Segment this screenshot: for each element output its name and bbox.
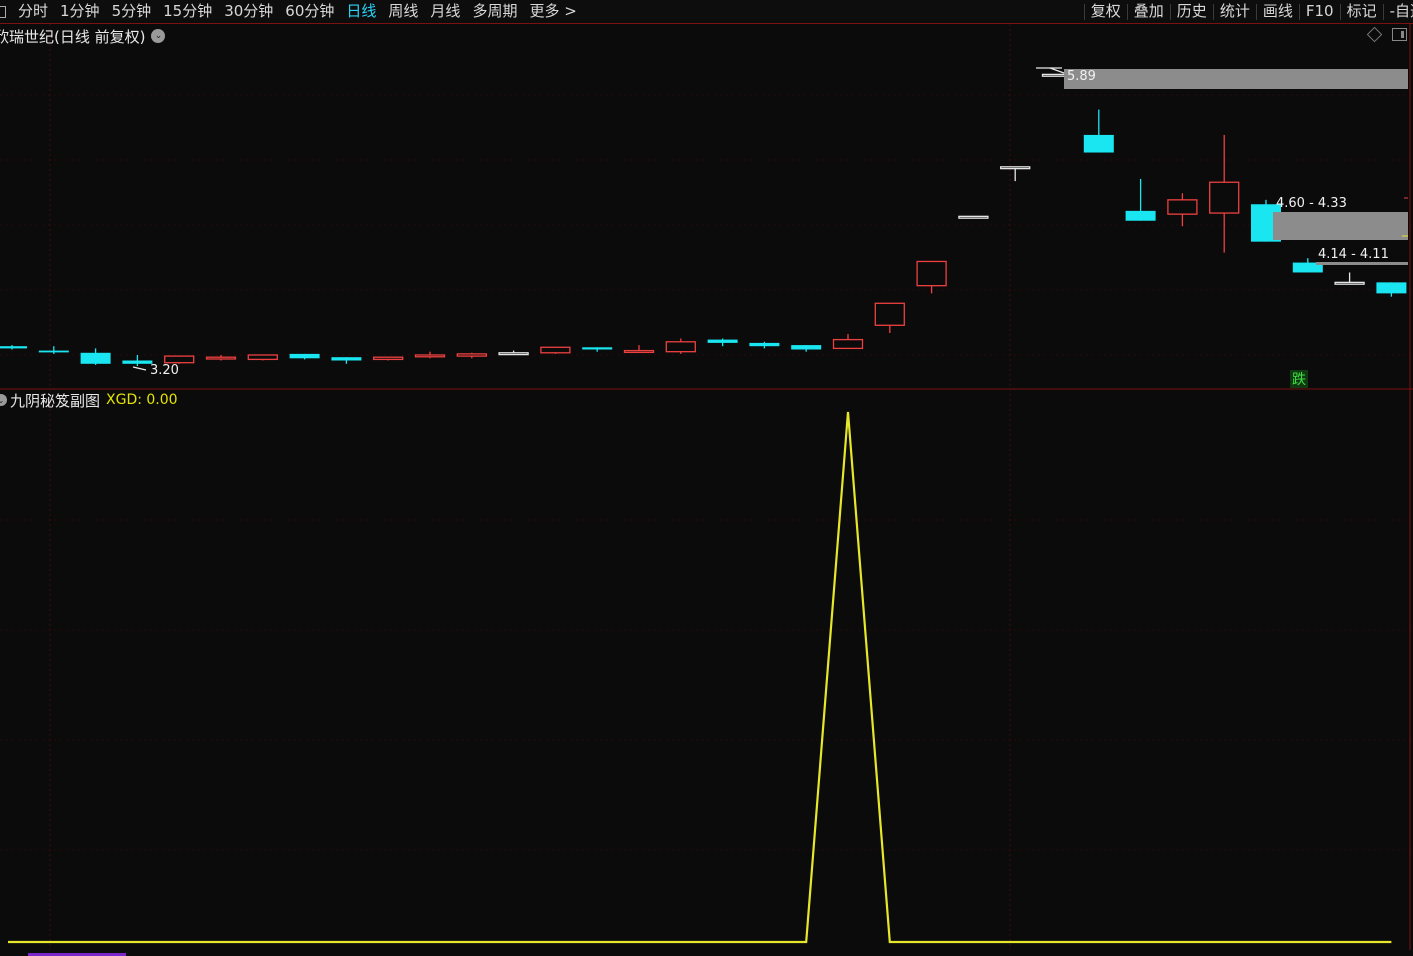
indicator-title: 九阴秘笈副图 [10, 391, 101, 410]
candle [707, 338, 738, 347]
candle [791, 345, 822, 352]
candle [122, 354, 153, 366]
signal-badge: 跌 [1292, 372, 1306, 388]
main-chart-header: 欣瑞世纪(日线 前复权) ⌄ [0, 24, 166, 48]
kline-chart[interactable]: 5.89 3.20 4.60 - 4.33 4.14 - 4.11 跌 [0, 0, 1413, 956]
candle-body [1209, 181, 1240, 214]
candle-body [1000, 166, 1031, 170]
indicator-series [8, 411, 1392, 944]
low-pointer [132, 366, 147, 371]
indicator-value: XGD: 0.00 [106, 392, 178, 408]
candle [623, 345, 655, 354]
candle [832, 334, 864, 350]
candle-body [582, 347, 613, 350]
panel-toggle-icon[interactable] [1392, 28, 1407, 41]
candle-body [874, 302, 905, 326]
high-zone [1064, 69, 1408, 89]
candle [498, 350, 529, 356]
candle-body [289, 353, 320, 359]
candle-body [456, 353, 487, 357]
high-pointer [1049, 67, 1065, 74]
candle-body [623, 349, 655, 354]
candle-body [540, 346, 571, 354]
candle [916, 260, 947, 294]
candle-body [958, 215, 989, 219]
candle [1209, 134, 1240, 253]
candle-body [916, 260, 947, 287]
candle [1000, 166, 1031, 182]
candle-body [247, 354, 278, 361]
candle [38, 346, 69, 354]
candle-body [38, 350, 69, 353]
candle-body [791, 345, 822, 350]
xgd-line [8, 411, 1392, 944]
candle [373, 356, 404, 361]
candle-body [1125, 210, 1156, 221]
candle-body [498, 352, 529, 356]
chart-grid [0, 24, 1413, 950]
candle-body [373, 356, 404, 361]
diamond-icon[interactable] [1366, 26, 1383, 43]
candle [1334, 272, 1365, 285]
resistance-zone [1273, 212, 1408, 240]
candle-body [331, 357, 362, 361]
chart-corner-tools [1366, 26, 1407, 43]
candle-body [832, 338, 864, 350]
candle [958, 215, 989, 219]
candle [1083, 109, 1114, 153]
candle-body [164, 355, 195, 364]
candle [540, 346, 571, 354]
candle [205, 354, 237, 361]
candle-body [205, 356, 237, 360]
candle [247, 354, 278, 361]
candle [1167, 193, 1198, 227]
candle [1376, 282, 1407, 297]
zone-upper-label: 4.60 - 4.33 [1276, 196, 1347, 211]
candle-body [0, 346, 27, 349]
sub-chart-header: ⌄ 九阴秘笈副图 XGD: 0.00 [0, 389, 178, 411]
candle [456, 352, 487, 359]
high-price-label: 5.89 [1067, 69, 1096, 84]
candle [80, 348, 111, 365]
candle [749, 341, 780, 349]
candle [331, 357, 362, 364]
candle-body [749, 342, 780, 347]
candle-body [1083, 134, 1114, 153]
candle [1125, 178, 1156, 221]
candle-body [665, 341, 696, 353]
chevron-down-icon[interactable]: ⌄ [151, 29, 166, 43]
candle-body [1167, 199, 1198, 215]
candle-body [80, 352, 111, 364]
candle [289, 353, 320, 360]
candle-body [1334, 281, 1365, 285]
candle [414, 351, 446, 359]
candlestick-series [0, 73, 1407, 366]
candle [582, 347, 613, 352]
chevron-down-icon[interactable]: ⌄ [0, 394, 7, 406]
support-zone [1316, 262, 1408, 265]
zone-lower-label: 4.14 - 4.11 [1318, 247, 1389, 262]
stock-title: 欣瑞世纪(日线 前复权) [0, 27, 146, 46]
candle [0, 345, 27, 350]
candle [874, 302, 905, 333]
candle-body [122, 360, 153, 364]
candle-body [707, 339, 738, 343]
low-price-label: 3.20 [150, 363, 179, 378]
candle [665, 338, 696, 354]
candle-body [1376, 282, 1407, 294]
chart-annotations: 5.89 3.20 4.60 - 4.33 4.14 - 4.11 跌 [132, 67, 1408, 388]
candle-body [414, 354, 446, 358]
